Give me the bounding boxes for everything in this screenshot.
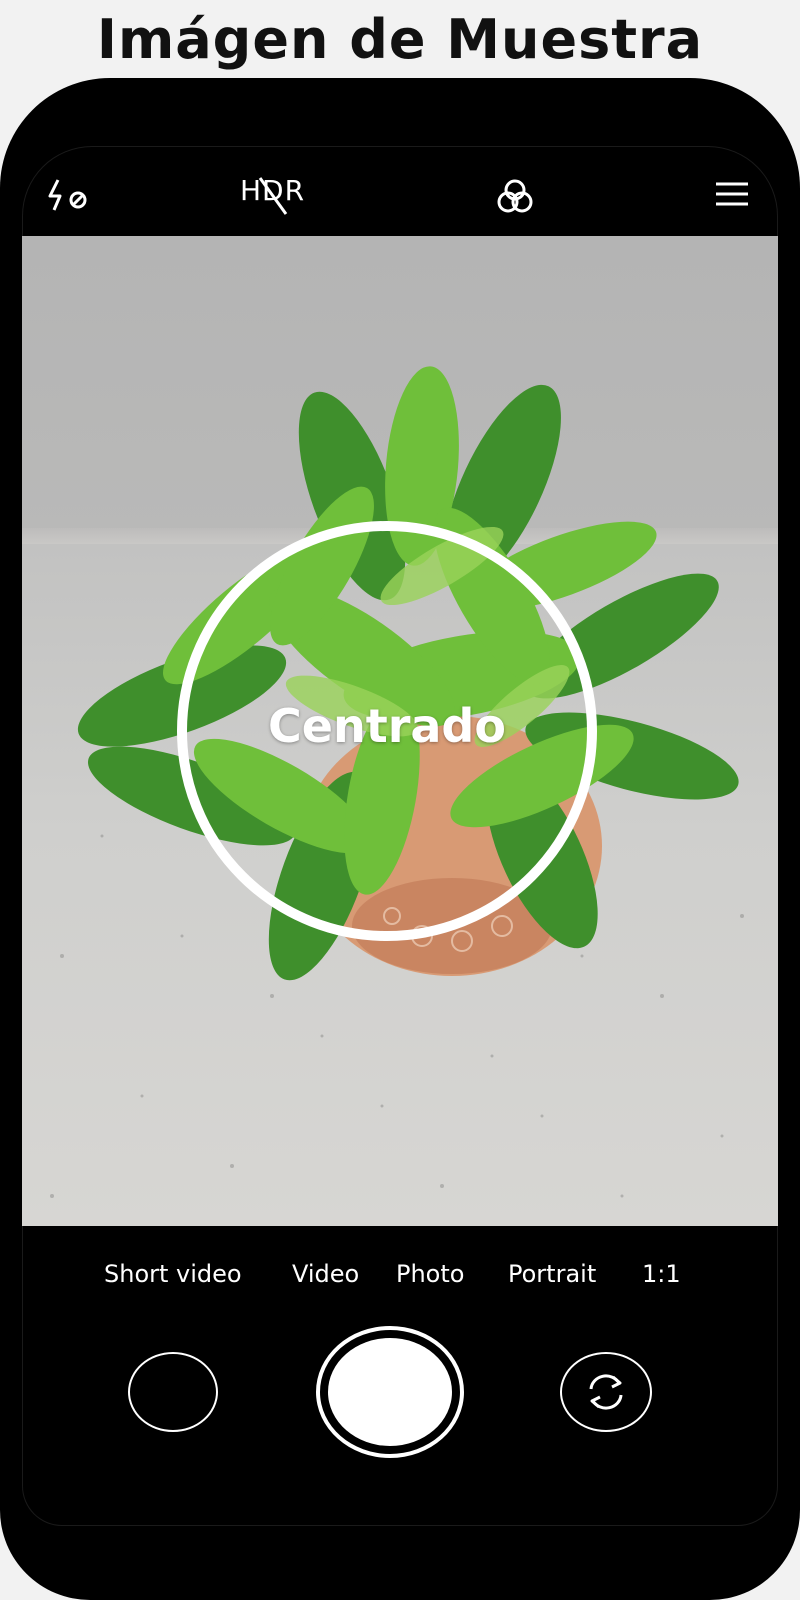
gallery-thumbnail[interactable] <box>128 1352 218 1432</box>
mode-short-video[interactable]: Short video <box>104 1246 242 1302</box>
focus-label: Centrado <box>268 699 506 753</box>
page-title: Imágen de Muestra <box>96 8 704 71</box>
mode-square[interactable]: 1:1 <box>642 1246 681 1302</box>
switch-camera-icon <box>589 1374 623 1410</box>
hdr-off-slash-icon <box>258 177 288 215</box>
camera-mode-bar: Short video Video Photo Portrait 1:1 <box>22 1246 778 1302</box>
mode-portrait[interactable]: Portrait <box>508 1246 596 1302</box>
mode-photo[interactable]: Photo <box>396 1246 464 1302</box>
hdr-toggle[interactable]: HDR <box>240 174 312 218</box>
menu-icon[interactable] <box>712 176 752 212</box>
shutter-button[interactable] <box>316 1326 464 1458</box>
filters-icon[interactable] <box>492 174 538 220</box>
flash-off-icon[interactable] <box>44 176 94 216</box>
shutter-inner <box>328 1338 452 1446</box>
mode-video[interactable]: Video <box>292 1246 359 1302</box>
phone-frame: HDR Centrado Short video Video Photo Por… <box>0 78 800 1600</box>
switch-camera-button[interactable] <box>560 1352 652 1432</box>
camera-viewfinder[interactable]: Centrado <box>22 236 778 1226</box>
camera-screen: HDR Centrado Short video Video Photo Por… <box>22 146 778 1526</box>
camera-top-bar: HDR <box>22 146 778 236</box>
